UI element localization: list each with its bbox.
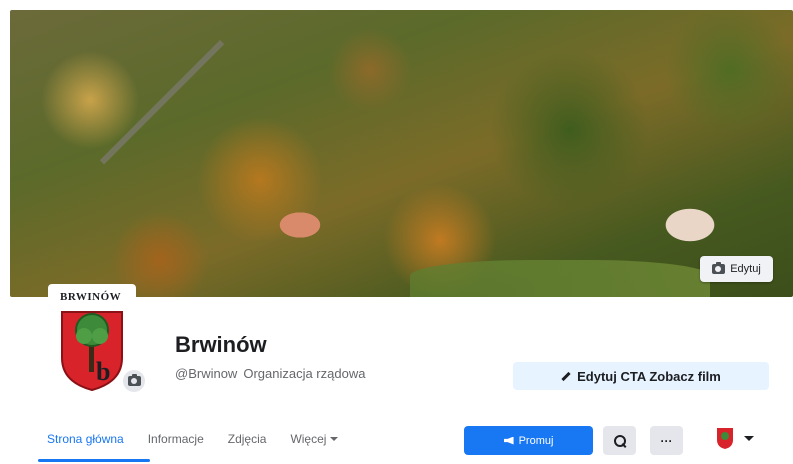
camera-icon bbox=[127, 374, 141, 386]
crest-letter: b bbox=[96, 357, 110, 386]
edit-cover-label: Edytuj bbox=[730, 263, 761, 275]
tab-home[interactable]: Strona główna bbox=[47, 432, 124, 446]
tab-home-label: Strona główna bbox=[47, 432, 124, 446]
edit-cta-label: Edytuj CTA Zobacz film bbox=[577, 368, 721, 384]
tab-more-label: Więcej bbox=[290, 432, 327, 446]
edit-avatar-button[interactable] bbox=[123, 370, 145, 392]
more-icon: ··· bbox=[660, 433, 673, 448]
tab-photos[interactable]: Zdjęcia bbox=[228, 432, 267, 446]
promote-button[interactable]: Promuj bbox=[464, 426, 593, 455]
page-handle[interactable]: @Brwinow bbox=[175, 366, 237, 381]
camera-icon bbox=[712, 262, 726, 274]
crest-text: BRWINÓW bbox=[60, 291, 122, 303]
active-tab-indicator bbox=[38, 459, 150, 462]
edit-cta-button[interactable]: Edytuj CTA Zobacz film bbox=[513, 362, 769, 390]
chevron-down-icon bbox=[744, 435, 754, 441]
more-button[interactable]: ··· bbox=[650, 426, 683, 455]
page-title: Brwinów bbox=[175, 332, 267, 357]
chevron-down-icon bbox=[330, 437, 339, 441]
promote-label: Promuj bbox=[518, 434, 554, 447]
tab-about[interactable]: Informacje bbox=[148, 432, 204, 446]
search-icon bbox=[613, 434, 626, 447]
edit-cover-button[interactable]: Edytuj bbox=[700, 256, 773, 282]
search-button[interactable] bbox=[603, 426, 636, 455]
tab-more[interactable]: Więcej bbox=[290, 432, 339, 446]
voice-switcher[interactable] bbox=[716, 426, 754, 450]
tab-photos-label: Zdjęcia bbox=[227, 432, 267, 446]
cover-field bbox=[410, 260, 710, 297]
page-category[interactable]: Organizacja rządowa bbox=[243, 366, 365, 381]
pencil-icon bbox=[561, 371, 571, 381]
page-tabs: Strona główna Informacje Zdjęcia Więcej bbox=[47, 432, 362, 446]
crest-mini-icon bbox=[717, 428, 733, 449]
cover-photo bbox=[10, 10, 793, 297]
megaphone-icon bbox=[503, 436, 514, 445]
cover-road bbox=[99, 40, 225, 165]
page-subtitle: @Brwinow Organizacja rządowa bbox=[175, 366, 365, 381]
tab-about-label: Informacje bbox=[147, 432, 204, 446]
